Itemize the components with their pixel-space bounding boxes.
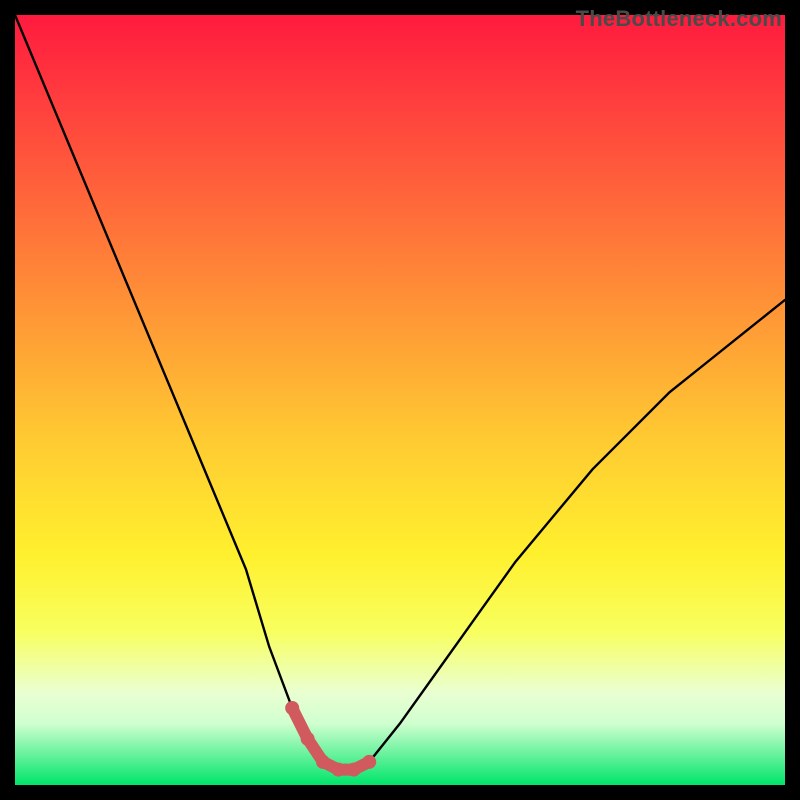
watermark-label: TheBottleneck.com: [576, 6, 782, 32]
highlight-dot: [316, 755, 330, 769]
highlight-dot: [331, 763, 345, 777]
highlight-dot: [347, 763, 361, 777]
highlight-dot: [301, 732, 315, 746]
highlight-dot: [362, 755, 376, 769]
highlight-dot: [285, 701, 299, 715]
chart-plot-area: [15, 15, 785, 785]
chart-overlay-svg: [15, 15, 785, 785]
chart-frame: TheBottleneck.com: [0, 0, 800, 800]
bottleneck-curve-line: [15, 15, 785, 770]
